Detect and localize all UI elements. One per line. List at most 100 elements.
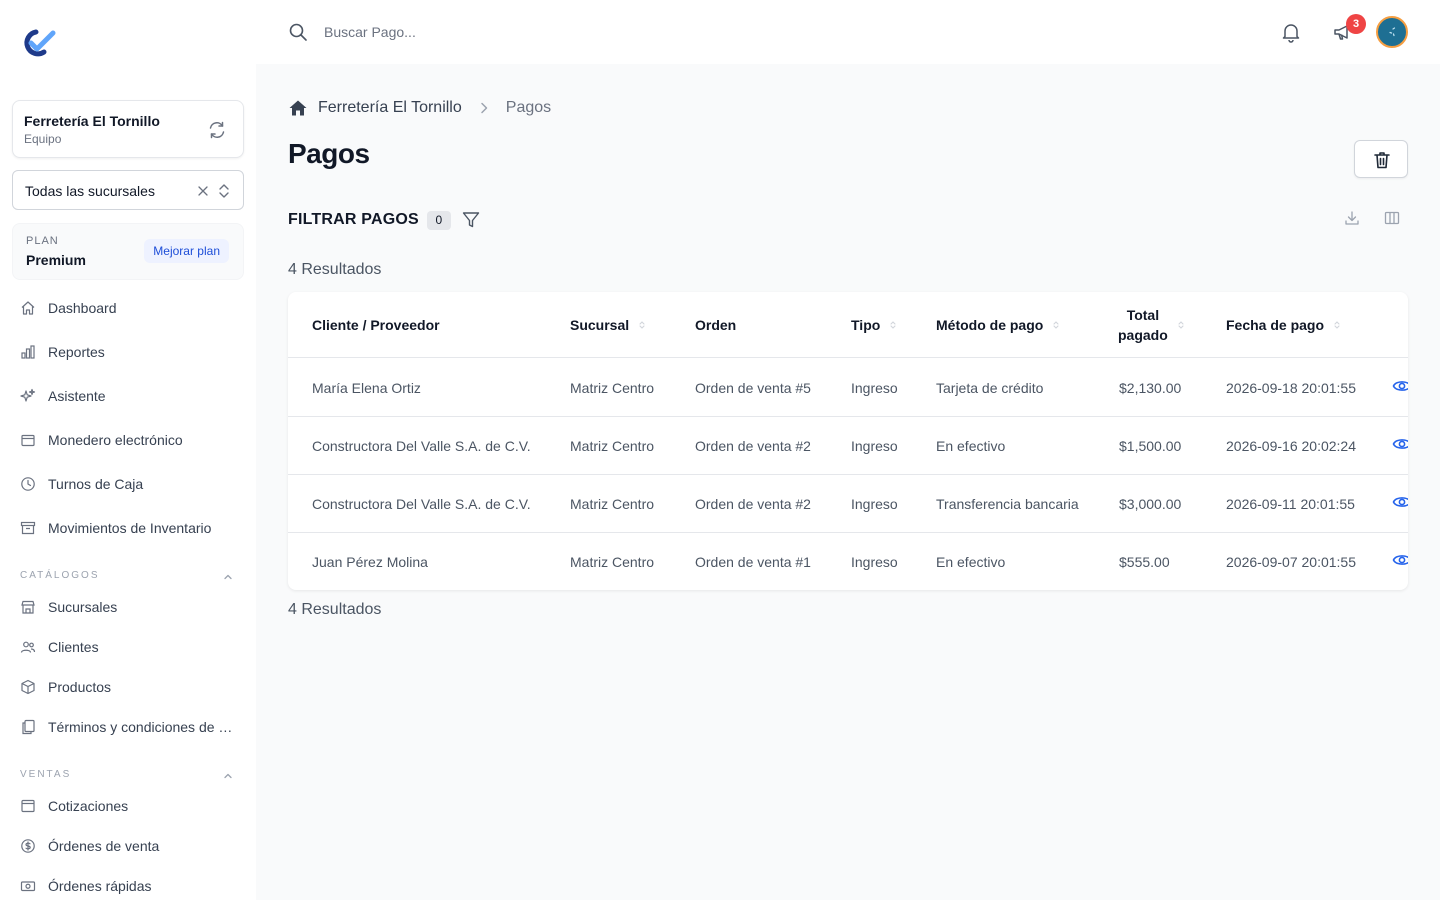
header-tipo[interactable]: Tipo — [851, 292, 898, 358]
eye-icon[interactable] — [1392, 550, 1408, 570]
sidebar-item-label: Productos — [48, 679, 112, 695]
sidebar-item-ordenes-rapidas[interactable]: Órdenes rápidas — [20, 874, 238, 898]
header-metodo[interactable]: Método de pago — [936, 292, 1061, 358]
user-avatar[interactable] — [1376, 16, 1408, 48]
sidebar-item-monedero[interactable]: Monedero electrónico — [20, 428, 238, 452]
eye-icon[interactable] — [1392, 376, 1408, 396]
trash-icon — [1374, 152, 1390, 169]
sidebar-item-turnos[interactable]: Turnos de Caja — [20, 472, 238, 496]
header-label: Sucursal — [570, 317, 630, 333]
cell-metodo: Transferencia bancaria — [936, 496, 1079, 512]
sort-icon[interactable] — [637, 320, 647, 330]
users-icon — [20, 639, 36, 655]
eye-icon[interactable] — [1392, 434, 1408, 454]
branch-select[interactable]: Todas las sucursales — [12, 170, 244, 210]
cell-fecha: 2026-09-18 20:01:55 — [1226, 380, 1356, 396]
bell-icon[interactable] — [1280, 21, 1302, 43]
home-icon — [20, 300, 36, 316]
sort-icon[interactable] — [888, 320, 898, 330]
cell-orden: Orden de venta #2 — [695, 496, 811, 512]
cell-cliente: Constructora Del Valle S.A. de C.V. — [312, 438, 531, 454]
chevron-up-icon — [222, 770, 234, 782]
upgrade-plan-button[interactable]: Mejorar plan — [144, 239, 229, 263]
filter-toggle[interactable]: FILTRAR PAGOS 0 — [288, 208, 481, 232]
cell-orden: Orden de venta #1 — [695, 554, 811, 570]
cell-orden: Orden de venta #5 — [695, 380, 811, 396]
header-fecha[interactable]: Fecha de pago — [1226, 292, 1342, 358]
refresh-icon[interactable] — [207, 120, 227, 140]
sidebar-item-cotizaciones[interactable]: Cotizaciones — [20, 794, 238, 818]
cell-metodo: En efectivo — [936, 438, 1006, 454]
chevron-right-icon — [476, 100, 492, 116]
wallet-icon — [20, 432, 36, 448]
sidebar-item-sucursales[interactable]: Sucursales — [20, 595, 238, 619]
breadcrumb-current: Pagos — [505, 99, 552, 116]
table-header: Cliente / Proveedor Sucursal Orden Tipo … — [288, 292, 1408, 358]
sidebar-item-label: Turnos de Caja — [48, 476, 144, 492]
search-input[interactable] — [324, 18, 724, 46]
eye-icon[interactable] — [1392, 492, 1408, 512]
sidebar-item-clientes[interactable]: Clientes — [20, 635, 238, 659]
payments-table: Cliente / Proveedor Sucursal Orden Tipo … — [288, 292, 1408, 590]
sort-icon[interactable] — [1176, 320, 1186, 330]
sort-icon[interactable] — [1332, 320, 1342, 330]
filter-title: FILTRAR PAGOS — [288, 211, 419, 228]
sidebar-item-movimientos[interactable]: Movimientos de Inventario — [20, 516, 238, 540]
header-cliente[interactable]: Cliente / Proveedor — [312, 292, 440, 358]
section-catalogos[interactable]: CATÁLOGOS — [20, 570, 236, 584]
cell-cliente: María Elena Ortiz — [312, 380, 421, 396]
table-row[interactable]: María Elena Ortiz Matriz Centro Orden de… — [288, 359, 1408, 417]
sidebar-item-ordenes-venta[interactable]: Órdenes de venta — [20, 834, 238, 858]
sidebar-item-productos[interactable]: Productos — [20, 675, 238, 699]
cell-fecha: 2026-09-11 20:01:55 — [1226, 496, 1355, 512]
home-icon[interactable] — [288, 98, 308, 118]
cell-sucursal: Matriz Centro — [570, 496, 655, 512]
sidebar-item-label: Monedero electrónico — [48, 432, 183, 448]
sidebar-item-label: Términos y condiciones de ventas — [48, 719, 238, 735]
funnel-icon[interactable] — [461, 210, 481, 230]
store-icon — [20, 599, 36, 615]
document-icon — [20, 798, 36, 814]
sidebar-item-asistente[interactable]: Asistente — [20, 384, 238, 408]
sidebar-item-label: Dashboard — [48, 300, 117, 316]
columns-icon[interactable] — [1384, 210, 1400, 226]
breadcrumb-home-link[interactable]: Ferretería El Tornillo — [318, 99, 462, 117]
cell-cliente: Juan Pérez Molina — [312, 554, 428, 570]
chevron-up-icon — [222, 571, 234, 583]
chart-icon — [20, 344, 36, 360]
sidebar-item-dashboard[interactable]: Dashboard — [20, 296, 238, 320]
sidebar-item-label: Movimientos de Inventario — [48, 520, 212, 536]
header-orden[interactable]: Orden — [695, 292, 736, 358]
cell-sucursal: Matriz Centro — [570, 554, 655, 570]
search-icon — [288, 22, 308, 42]
sidebar-item-terminos[interactable]: Términos y condiciones de ventas — [20, 715, 238, 739]
header-label: Total pagado — [1118, 305, 1168, 345]
header-total[interactable]: Total pagado — [1118, 292, 1186, 358]
cell-metodo: En efectivo — [936, 554, 1006, 570]
clear-icon[interactable] — [197, 185, 209, 197]
cell-tipo: Ingreso — [851, 496, 898, 512]
table-row[interactable]: Juan Pérez Molina Matriz Centro Orden de… — [288, 533, 1408, 590]
app-logo[interactable] — [20, 28, 56, 58]
cell-tipo: Ingreso — [851, 554, 898, 570]
team-role: Equipo — [24, 132, 62, 146]
cube-icon — [20, 679, 36, 695]
breadcrumb: Ferretería El Tornillo Pagos — [288, 96, 551, 120]
header-label-line1: Total — [1126, 307, 1160, 323]
cash-icon — [20, 878, 36, 894]
download-icon[interactable] — [1344, 210, 1360, 226]
team-switcher[interactable]: Ferretería El Tornillo Equipo — [12, 100, 244, 158]
filter-count-badge: 0 — [426, 210, 451, 230]
team-name: Ferretería El Tornillo — [24, 113, 160, 129]
sort-icon[interactable] — [1051, 320, 1061, 330]
delete-button[interactable] — [1354, 140, 1408, 178]
cell-total: $2,130.00 — [1119, 380, 1182, 396]
documents-icon — [20, 719, 36, 735]
header-label-line2: pagado — [1118, 327, 1168, 343]
section-ventas[interactable]: VENTAS — [20, 769, 236, 783]
table-row[interactable]: Constructora Del Valle S.A. de C.V. Matr… — [288, 475, 1408, 533]
sparkles-icon — [20, 388, 36, 404]
header-sucursal[interactable]: Sucursal — [570, 292, 647, 358]
table-row[interactable]: Constructora Del Valle S.A. de C.V. Matr… — [288, 417, 1408, 475]
sidebar-item-reportes[interactable]: Reportes — [20, 340, 238, 364]
